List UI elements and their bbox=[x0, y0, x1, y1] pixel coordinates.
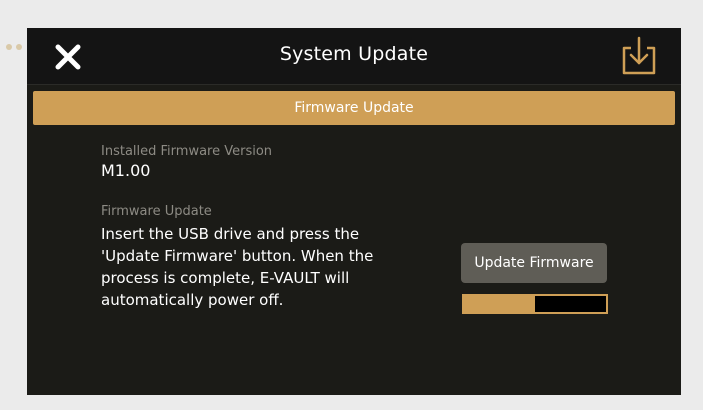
installed-version-label: Installed Firmware Version bbox=[101, 144, 273, 159]
progress-fill bbox=[464, 296, 535, 312]
download-tray-icon bbox=[622, 36, 656, 75]
firmware-update-label: Firmware Update bbox=[101, 204, 212, 219]
update-progress-bar bbox=[462, 294, 608, 314]
decorative-dots bbox=[6, 44, 22, 50]
update-instructions: Insert the USB drive and press the 'Upda… bbox=[101, 225, 374, 309]
dot bbox=[16, 44, 22, 50]
update-firmware-button[interactable]: Update Firmware bbox=[461, 243, 607, 283]
download-button[interactable] bbox=[617, 34, 661, 78]
page-title: System Update bbox=[279, 43, 429, 65]
system-update-screen: System Update Firmware Update Installed … bbox=[27, 28, 681, 395]
installed-version-value: M1.00 bbox=[101, 161, 151, 180]
title-bar: System Update bbox=[27, 28, 681, 85]
dot bbox=[6, 44, 12, 50]
firmware-update-tab[interactable]: Firmware Update bbox=[33, 91, 675, 125]
